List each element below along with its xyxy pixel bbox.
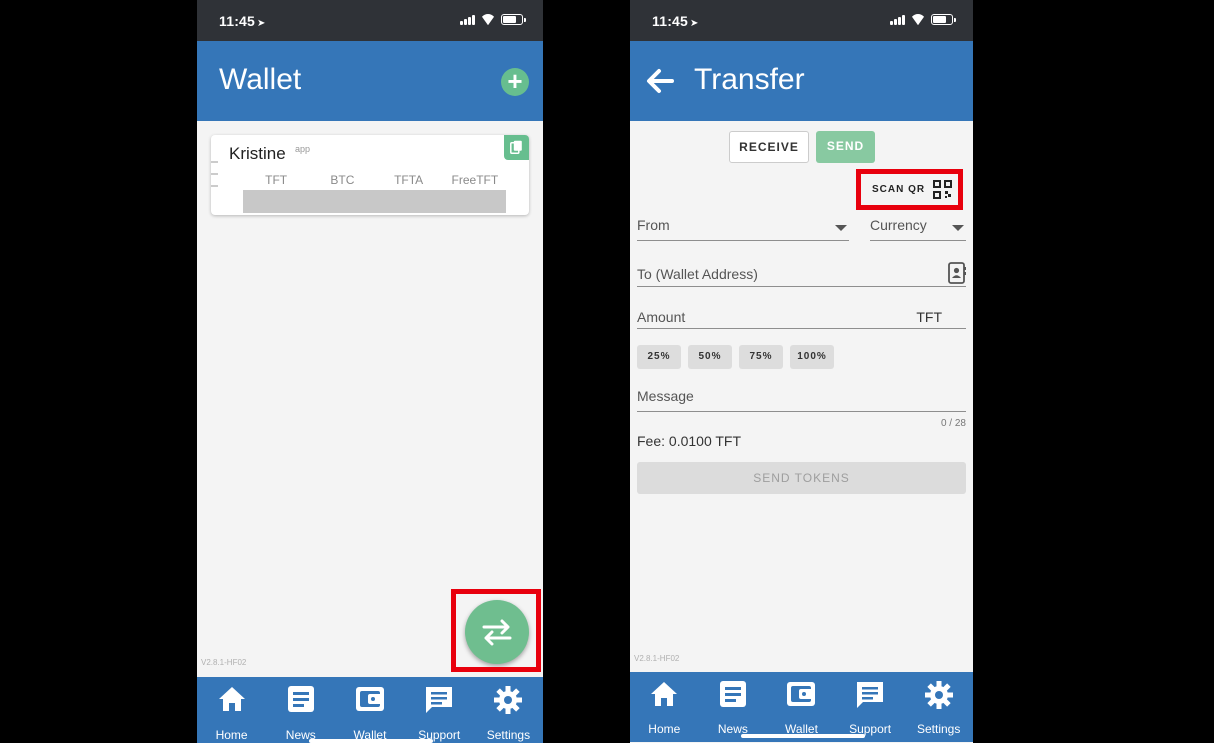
currency-label: TFT — [265, 173, 288, 187]
home-indicator — [309, 739, 433, 743]
app-bar: Wallet + — [197, 41, 543, 121]
from-wallet-select[interactable]: From — [637, 217, 849, 241]
address-book-icon[interactable] — [948, 262, 966, 284]
nav-label: Settings — [916, 722, 961, 736]
currency-label: FreeTFT — [451, 173, 499, 187]
message-label: Message — [637, 388, 694, 404]
bottom-nav: Home News Wallet Support Settings — [630, 672, 973, 742]
dropdown-caret-icon — [835, 225, 847, 231]
dropdown-caret-icon — [952, 225, 964, 231]
nav-label: Home — [648, 722, 681, 736]
receive-toggle-button[interactable]: RECEIVE — [729, 131, 809, 163]
news-icon — [719, 681, 746, 707]
currency-label: Currency — [870, 217, 927, 233]
nav-home[interactable]: Home — [630, 672, 699, 742]
amount-unit: TFT — [916, 309, 942, 325]
percent-50-button[interactable]: 50% — [688, 345, 732, 369]
nav-label: Settings — [486, 728, 531, 742]
nav-news[interactable]: News — [699, 672, 768, 742]
balance-currency-row: TFT BTC TFTA FreeTFT — [243, 173, 508, 187]
status-time: 11:45 ➤ — [652, 13, 699, 29]
status-icons — [890, 14, 956, 25]
percent-25-button[interactable]: 25% — [637, 345, 681, 369]
gear-icon — [924, 681, 953, 709]
nav-settings[interactable]: Settings — [904, 672, 973, 742]
wallet-icon — [356, 687, 384, 711]
copy-icon — [510, 140, 522, 154]
home-icon — [218, 687, 245, 711]
status-bar: 11:45 ➤ — [197, 0, 543, 42]
support-chat-icon — [857, 682, 884, 708]
balance-placeholder-bar — [243, 190, 506, 213]
wallet-icon — [787, 682, 816, 706]
status-time: 11:45 ➤ — [219, 13, 266, 29]
nav-settings[interactable]: Settings — [474, 677, 543, 743]
back-arrow-icon[interactable] — [644, 65, 676, 97]
status-icons — [460, 14, 526, 25]
currency-label: TFTA — [394, 173, 424, 187]
wifi-icon — [910, 14, 926, 25]
battery-icon — [931, 14, 956, 25]
currency-label: BTC — [330, 173, 355, 187]
percent-75-button[interactable]: 75% — [739, 345, 783, 369]
home-indicator — [741, 734, 865, 738]
fee-text: Fee: 0.0100 TFT — [637, 433, 742, 449]
copy-address-button[interactable] — [504, 135, 529, 160]
status-bar: 11:45 ➤ — [630, 0, 973, 42]
card-edge-marks — [211, 161, 218, 197]
page-title: Transfer — [694, 63, 805, 96]
transfer-screen: 11:45 ➤ Transfer RECEIVE SEND SCAN QR Fro… — [630, 0, 973, 743]
gear-icon — [494, 686, 523, 714]
message-char-counter: 0 / 28 — [940, 418, 966, 429]
nav-label: Home — [215, 728, 248, 742]
from-label: From — [637, 217, 670, 233]
plus-icon: + — [507, 66, 523, 96]
currency-select[interactable]: Currency — [870, 217, 966, 241]
battery-icon — [501, 14, 526, 25]
cellular-signal-icon — [890, 14, 905, 25]
cellular-signal-icon — [460, 14, 475, 25]
wallet-name: Kristine — [229, 144, 286, 163]
nav-wallet[interactable]: Wallet — [767, 672, 836, 742]
home-icon — [651, 682, 678, 706]
news-icon — [287, 686, 314, 712]
nav-home[interactable]: Home — [197, 677, 266, 743]
page-title: Wallet — [219, 63, 302, 96]
to-address-label: To (Wallet Address) — [637, 266, 758, 282]
percentage-buttons: 25% 50% 75% 100% — [637, 345, 834, 369]
send-tokens-button[interactable]: SEND TOKENS — [637, 462, 966, 494]
wifi-icon — [480, 14, 496, 25]
send-toggle-button[interactable]: SEND — [816, 131, 875, 163]
app-version: V2.8.1-HF02 — [634, 654, 680, 663]
highlight-box-fab — [451, 589, 541, 672]
app-version: V2.8.1-HF02 — [201, 658, 247, 667]
nav-support[interactable]: Support — [836, 672, 905, 742]
amount-input[interactable]: Amount TFT — [637, 309, 966, 329]
bottom-nav: Home News Wallet Support Settings — [197, 677, 543, 743]
nav-support[interactable]: Support — [405, 677, 474, 743]
wallet-tag: app — [295, 144, 311, 154]
support-chat-icon — [426, 687, 453, 713]
message-input[interactable]: Message — [637, 388, 966, 412]
amount-label: Amount — [637, 309, 686, 325]
to-address-input[interactable]: To (Wallet Address) — [637, 262, 966, 287]
highlight-box-scan-qr — [856, 169, 963, 210]
app-bar: Transfer — [630, 41, 973, 121]
nav-news[interactable]: News — [266, 677, 335, 743]
nav-wallet[interactable]: Wallet — [335, 677, 404, 743]
wallet-card[interactable]: Kristine app TFT BTC TFTA FreeTFT — [211, 135, 529, 215]
add-wallet-button[interactable]: + — [501, 68, 529, 96]
percent-100-button[interactable]: 100% — [790, 345, 834, 369]
